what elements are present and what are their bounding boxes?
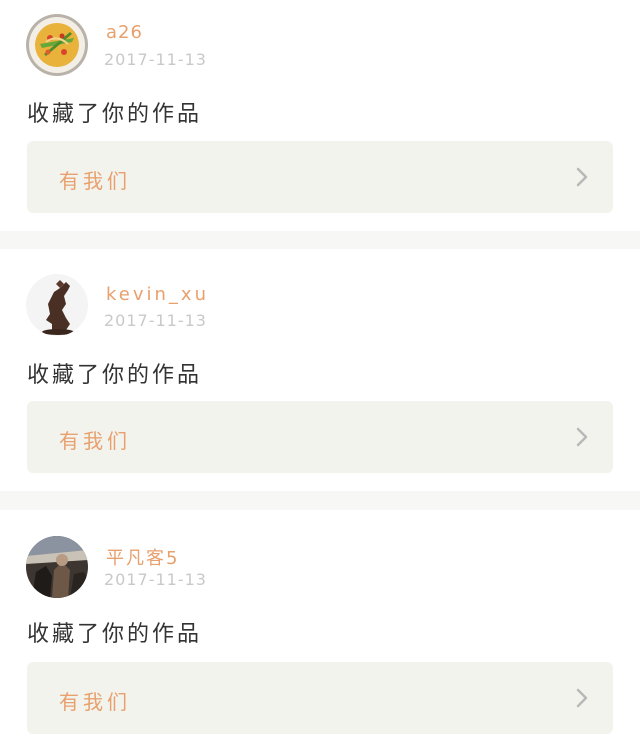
horse-statue-avatar	[26, 274, 88, 336]
timestamp: 2017-11-13	[104, 50, 207, 69]
feed-item: a26 2017-11-13 收藏了你的作品 有我们	[0, 0, 640, 231]
work-title: 有我们	[59, 169, 131, 193]
work-link[interactable]: 有我们	[27, 662, 613, 734]
username[interactable]: 平凡客5	[106, 544, 179, 570]
chevron-right-icon	[576, 688, 588, 708]
timestamp: 2017-11-13	[104, 570, 207, 589]
feed-item: 平凡客5 2017-11-13 收藏了你的作品 有我们	[0, 510, 640, 744]
activity-feed: a26 2017-11-13 收藏了你的作品 有我们 kevin_xu 2017…	[0, 0, 640, 744]
work-title: 有我们	[59, 690, 131, 714]
feed-item: kevin_xu 2017-11-13 收藏了你的作品 有我们	[0, 249, 640, 491]
chevron-right-icon	[576, 427, 588, 447]
food-dish-avatar	[26, 14, 88, 76]
chevron-right-icon	[576, 167, 588, 187]
username[interactable]: a26	[106, 22, 143, 43]
work-link[interactable]: 有我们	[27, 141, 613, 213]
photo-avatar	[26, 536, 88, 598]
activity-text: 收藏了你的作品	[27, 622, 203, 647]
username[interactable]: kevin_xu	[106, 284, 209, 305]
user-avatar[interactable]	[26, 536, 88, 598]
user-avatar[interactable]	[26, 14, 88, 76]
timestamp: 2017-11-13	[104, 311, 207, 330]
user-avatar[interactable]	[26, 274, 88, 336]
work-title: 有我们	[59, 429, 131, 453]
work-link[interactable]: 有我们	[27, 401, 613, 473]
activity-text: 收藏了你的作品	[27, 363, 203, 388]
activity-text: 收藏了你的作品	[27, 102, 203, 127]
